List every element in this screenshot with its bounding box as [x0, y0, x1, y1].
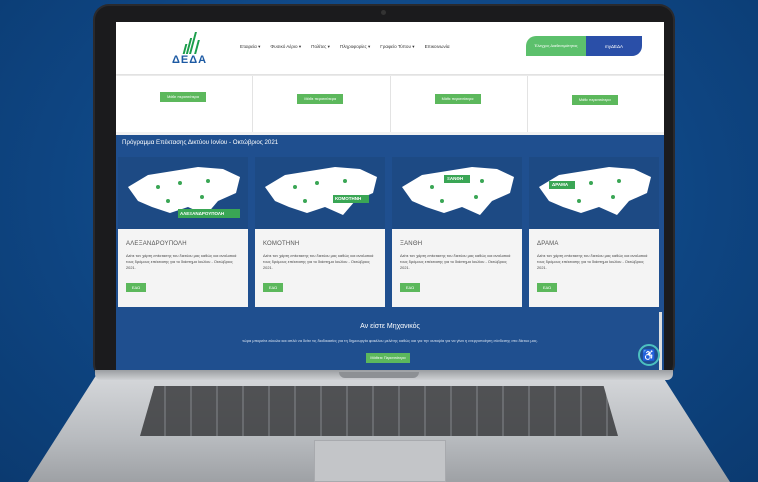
card-komotini: ΚΟΜΟΤΗΝΗ ΚΟΜΟΤΗΝΗ Δείτε τον χάρτη επέκτα…: [255, 157, 385, 307]
top-card: Μάθε περισσότερα: [253, 76, 391, 132]
card-xanthi: ΞΑΝΘΗ ΞΑΝΘΗ Δείτε τον χάρτη επέκτασης το…: [392, 157, 522, 307]
scrollbar[interactable]: [659, 312, 662, 370]
map-label: ΑΛΕΞΑΝΔΡΟΥΠΟΛΗ: [180, 211, 225, 216]
nav-item-citizens[interactable]: Πολίτες ▾: [311, 44, 330, 50]
nav-item-company[interactable]: Εταιρεία ▾: [240, 44, 260, 50]
laptop-notch: [339, 372, 419, 378]
engineers-subtitle: τώρα μπορείτε εύκολα και απλά να δείτε τ…: [242, 338, 538, 343]
map-label: ΚΟΜΟΤΗΝΗ: [335, 196, 362, 201]
map-label: ΞΑΝΘΗ: [447, 176, 464, 181]
map-label: ΔΡΑΜΑ: [552, 182, 569, 187]
region-map: ΞΑΝΘΗ: [392, 157, 522, 229]
laptop-trackpad: [314, 440, 446, 482]
card-description: Δείτε τον χάρτη επέκτασης του δικτύου μα…: [537, 253, 648, 270]
top-cards-row: Μάθε περισσότερα Μάθε περισσότερα Μάθε π…: [116, 76, 664, 132]
card-title: ΚΟΜΟΤΗΝΗ: [263, 241, 300, 247]
site-header: ΔΕΔΑ Εταιρεία ▾ Φυσικό Αέριο ▾ Πολίτες ▾…: [116, 22, 664, 74]
engineers-title: Αν είστε Μηχανικός: [360, 323, 420, 330]
region-map: ΔΡΑΜΑ: [529, 157, 659, 229]
card-description: Δείτε τον χάρτη επέκτασης του δικτύου μα…: [400, 253, 511, 270]
region-map: ΑΛΕΞΑΝΔΡΟΥΠΟΛΗ: [118, 157, 248, 229]
learn-more-button[interactable]: Μάθε περισσότερα: [160, 92, 206, 102]
nav-item-press[interactable]: Γραφείο Τύπου ▾: [380, 44, 414, 50]
section-title: Πρόγραμμα Επέκτασης Δικτύου Ιονίου - Οκτ…: [116, 135, 664, 151]
expansion-cards: ΑΛΕΞΑΝΔΡΟΥΠΟΛΗ ΑΛΕΞΑΝΔΡΟΥΠΟΛΗ Δείτε τον …: [116, 151, 664, 313]
accessibility-icon[interactable]: ♿: [638, 344, 660, 366]
engineers-learn-more-button[interactable]: Μάθετε Περισσότερα: [366, 353, 410, 363]
card-alexandroupoli: ΑΛΕΞΑΝΔΡΟΥΠΟΛΗ ΑΛΕΞΑΝΔΡΟΥΠΟΛΗ Δείτε τον …: [118, 157, 248, 307]
card-description: Δείτε τον χάρτη επέκτασης του δικτύου μα…: [263, 253, 374, 270]
learn-more-button[interactable]: Μάθε περισσότερα: [434, 94, 481, 104]
region-map: ΚΟΜΟΤΗΝΗ: [255, 157, 385, 229]
camera-icon: [381, 10, 386, 15]
card-title: ΞΑΝΘΗ: [400, 241, 423, 247]
nav-item-natural-gas[interactable]: Φυσικό Αέριο ▾: [270, 44, 301, 50]
engineers-section: Αν είστε Μηχανικός τώρα μπορείτε εύκολα …: [116, 313, 664, 370]
here-button[interactable]: ΕΔΩ: [537, 283, 557, 292]
here-button[interactable]: ΕΔΩ: [400, 283, 420, 292]
logo-flame-icon: [178, 32, 202, 54]
here-button[interactable]: ΕΔΩ: [126, 283, 146, 292]
mydeda-button[interactable]: myΔΕΔΑ: [586, 36, 642, 56]
top-card: Μάθε περισσότερα: [528, 76, 664, 132]
learn-more-button[interactable]: Μάθε περισσότερα: [297, 94, 344, 104]
nav-item-contact[interactable]: Επικοινωνία: [425, 44, 450, 50]
deda-logo[interactable]: ΔΕΔΑ: [170, 30, 210, 70]
here-button[interactable]: ΕΔΩ: [263, 283, 283, 292]
card-title: ΑΛΕΞΑΝΔΡΟΥΠΟΛΗ: [126, 241, 187, 247]
laptop-keyboard: [140, 386, 618, 436]
card-description: Δείτε τον χάρτη επέκτασης του δικτύου μα…: [126, 253, 237, 270]
nav-item-info[interactable]: Πληροφορίες ▾: [340, 44, 370, 50]
header-cta: Έλεγχος Διαθεσιμότητας myΔΕΔΑ: [526, 36, 642, 56]
top-card: Μάθε περισσότερα: [116, 76, 254, 132]
card-title: ΔΡΑΜΑ: [537, 241, 559, 247]
learn-more-button[interactable]: Μάθε περισσότερα: [571, 95, 618, 105]
website-screen: ΔΕΔΑ Εταιρεία ▾ Φυσικό Αέριο ▾ Πολίτες ▾…: [116, 22, 664, 370]
main-nav: Εταιρεία ▾ Φυσικό Αέριο ▾ Πολίτες ▾ Πληρ…: [240, 44, 450, 50]
availability-check-button[interactable]: Έλεγχος Διαθεσιμότητας: [526, 36, 586, 56]
top-card: Μάθε περισσότερα: [391, 76, 528, 132]
card-drama: ΔΡΑΜΑ ΔΡΑΜΑ Δείτε τον χάρτη επέκτασης το…: [529, 157, 659, 307]
logo-text: ΔΕΔΑ: [172, 54, 208, 66]
